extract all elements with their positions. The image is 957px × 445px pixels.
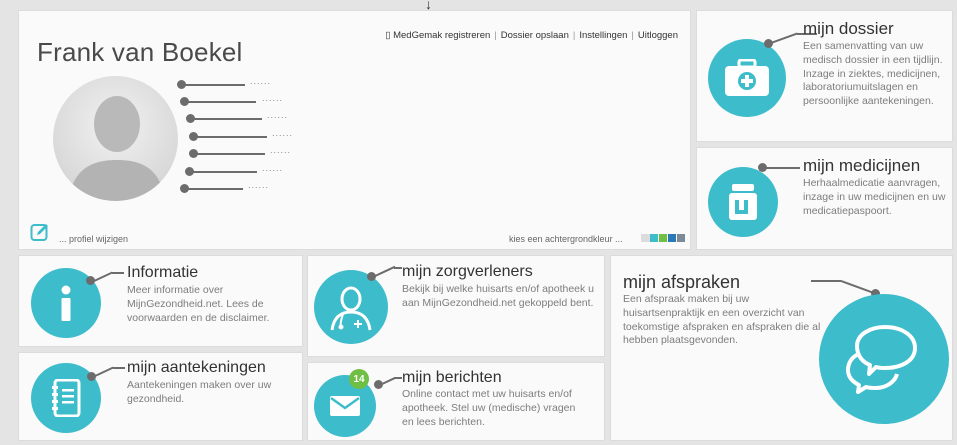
profile-field-7: ......: [248, 180, 270, 190]
nav-uitloggen[interactable]: Uitloggen: [638, 30, 678, 41]
tile-mijn-berichten[interactable]: 14 mijn berichten Online contact met uw …: [307, 362, 605, 441]
profile-field-3: ......: [267, 110, 289, 120]
unread-count-badge: 14: [349, 369, 369, 389]
tile-mijn-afspraken[interactable]: mijn afspraken Een afspraak maken bij uw…: [610, 255, 953, 441]
tile-title: mijn aantekeningen: [127, 359, 266, 376]
nav-instellingen[interactable]: Instellingen: [579, 30, 627, 41]
tile-description: Online contact met uw huisarts en/of apo…: [402, 388, 576, 428]
tile-title: mijn berichten: [402, 369, 502, 386]
medicine-jar-icon: [708, 167, 778, 237]
swatch-teal[interactable]: [650, 234, 658, 242]
profile-field-5: ......: [270, 145, 292, 155]
top-navigation: ▯ MedGemak registreren | Dossier opslaan | I…: [385, 30, 678, 41]
pencil-icon[interactable]: [30, 222, 50, 242]
tile-mijn-medicijnen[interactable]: mijn medicijnen Herhaalmedicatie aanvrag…: [696, 147, 953, 250]
doctor-icon: [314, 270, 388, 344]
tile-title: mijn medicijnen: [803, 156, 921, 175]
tile-description: Bekijk bij welke huisarts en/of apotheek…: [402, 283, 595, 309]
tile-description: Herhaalmedicatie aanvragen, inzage in uw…: [803, 177, 946, 217]
edit-profile-link[interactable]: ... profiel wijzigen: [59, 234, 128, 244]
profile-name: Frank van Boekel: [37, 37, 243, 67]
chat-bubbles-icon: [819, 294, 949, 424]
tile-description: Een samenvatting van uw medisch dossier …: [803, 40, 943, 108]
tile-description: Meer informatie over MijnGezondheid.net.…: [127, 284, 270, 324]
profile-field-1: ......: [250, 76, 272, 86]
tile-description: Aantekeningen maken over uw gezondheid.: [127, 379, 272, 405]
nav-medgemak-registreren[interactable]: MedGemak registreren: [393, 30, 490, 41]
swatch-green[interactable]: [659, 234, 667, 242]
tile-mijn-zorgverleners[interactable]: mijn zorgverleners Bekijk bij welke huis…: [307, 255, 605, 357]
tile-mijn-aantekeningen[interactable]: mijn aantekeningen Aantekeningen maken o…: [18, 352, 303, 441]
tile-title: mijn dossier: [803, 19, 894, 38]
tile-title: mijn zorgverleners: [402, 263, 533, 280]
tile-mijn-dossier[interactable]: mijn dossier Een samenvatting van uw med…: [696, 10, 953, 142]
swatch-slate[interactable]: [677, 234, 685, 242]
swatch-grey[interactable]: [641, 234, 650, 242]
nav-dossier-opslaan[interactable]: Dossier opslaan: [501, 30, 569, 41]
profile-panel: Frank van Boekel ▯ MedGemak registreren |…: [18, 10, 691, 250]
medical-case-icon: [708, 39, 786, 117]
swatch-blue[interactable]: [668, 234, 676, 242]
profile-field-4: ......: [272, 128, 294, 138]
profile-field-2: ......: [262, 93, 284, 103]
profile-field-6: ......: [262, 163, 284, 173]
background-color-label: kies een achtergrondkleur ...: [509, 234, 623, 244]
tile-description: Een afspraak maken bij uw huisartsenprak…: [623, 293, 821, 347]
avatar[interactable]: [53, 76, 178, 201]
tile-title: mijn afspraken: [623, 272, 741, 292]
tile-informatie[interactable]: Informatie Meer informatie over MijnGezo…: [18, 255, 303, 347]
phone-icon: ▯: [385, 30, 394, 41]
tile-title: Informatie: [127, 264, 199, 281]
